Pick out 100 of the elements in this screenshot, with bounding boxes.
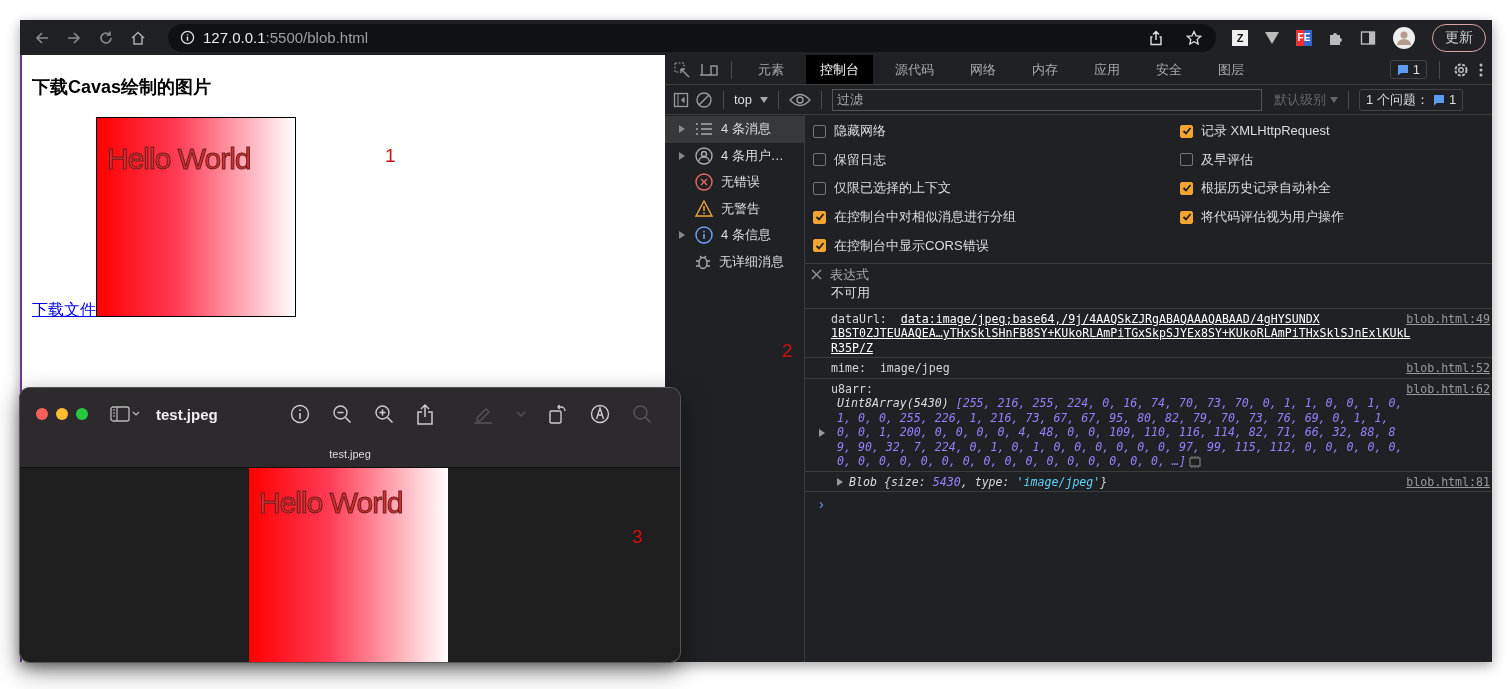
- home-icon[interactable]: [130, 29, 146, 46]
- checkbox[interactable]: [1180, 182, 1193, 195]
- checkbox[interactable]: [813, 124, 826, 138]
- expand-icon[interactable]: [819, 428, 825, 437]
- checkbox[interactable]: [813, 153, 826, 167]
- devtools-tab[interactable]: 应用: [1080, 55, 1134, 84]
- window-title: test.jpeg: [156, 405, 218, 423]
- source-link[interactable]: blob.html:62: [1406, 381, 1490, 397]
- annotation-number: 2: [782, 340, 793, 362]
- annotation-number: 3: [632, 526, 643, 548]
- devtools-tab[interactable]: 控制台: [806, 55, 873, 84]
- setting-checkbox[interactable]: 在控制台中显示CORS错误: [813, 231, 1172, 260]
- message-icon: [1432, 93, 1445, 106]
- zoom-button[interactable]: [76, 408, 88, 420]
- expand-icon[interactable]: [679, 231, 685, 240]
- checkbox[interactable]: [1180, 153, 1193, 167]
- forward-icon[interactable]: [66, 29, 82, 46]
- data-url-link[interactable]: R35P/Z: [831, 340, 873, 356]
- share-icon[interactable]: [1148, 29, 1164, 46]
- expand-icon[interactable]: [679, 125, 685, 134]
- back-icon[interactable]: [34, 29, 50, 46]
- address-bar[interactable]: 127.0.0.1:5500/blob.html: [168, 23, 1216, 52]
- caret-icon: [516, 411, 526, 417]
- reload-icon[interactable]: [98, 29, 114, 46]
- info-icon: [695, 226, 713, 245]
- rotate-icon[interactable]: [548, 403, 568, 425]
- devtools-tab[interactable]: 源代码: [881, 55, 948, 84]
- clear-icon[interactable]: [695, 90, 713, 109]
- close-icon[interactable]: [811, 268, 822, 280]
- side-panel-icon[interactable]: [1360, 29, 1376, 46]
- devtools-tab[interactable]: 网络: [956, 55, 1010, 84]
- zoom-out-icon[interactable]: [332, 404, 352, 424]
- share-icon[interactable]: [416, 403, 434, 425]
- close-button[interactable]: [36, 408, 48, 420]
- checkbox[interactable]: [813, 182, 826, 195]
- context-dropdown[interactable]: top: [734, 92, 769, 107]
- sidebar-item[interactable]: 无错误: [665, 169, 804, 196]
- sidebar-icon[interactable]: [110, 406, 140, 422]
- extension-icon[interactable]: Z: [1232, 29, 1248, 46]
- setting-checkbox[interactable]: 及早评估: [1180, 145, 1492, 175]
- sidebar-item[interactable]: 4 条信息: [665, 222, 804, 249]
- devtools-tab[interactable]: 内存: [1018, 55, 1072, 84]
- info-icon[interactable]: [180, 30, 195, 45]
- sidebar-item[interactable]: 无详细消息: [665, 248, 804, 275]
- expression-result: 不可用: [831, 283, 871, 302]
- devtools-tab[interactable]: 图层: [1204, 55, 1258, 84]
- setting-checkbox[interactable]: 在控制台中对相似消息进行分组: [813, 202, 1172, 232]
- array-values: [255, 216, 255, 224, 0, 16, 74, 70, 73, 70, 0, 1, 1, 0, 0, 1, 0,: [955, 396, 1403, 411]
- source-link[interactable]: blob.html:49: [1406, 311, 1490, 327]
- update-button[interactable]: 更新: [1432, 23, 1486, 52]
- setting-checkbox[interactable]: 隐藏网络: [813, 117, 1172, 146]
- log-label: u8arr:: [831, 381, 873, 397]
- messages-badge[interactable]: 1: [1389, 60, 1427, 79]
- source-link[interactable]: blob.html:52: [1406, 361, 1490, 376]
- source-link[interactable]: blob.html:81: [1406, 474, 1490, 490]
- checkbox[interactable]: [1180, 210, 1193, 224]
- data-url-link[interactable]: 1BST0ZJTEUAAQEA…yTHxSklSHnFB8SY+KUkoRLAmPiTGxSkpSJYEx8SY+KUkoRLAmPiTHxSklSJnExlKUkL: [831, 326, 1411, 341]
- info-icon[interactable]: [290, 404, 310, 424]
- checkbox[interactable]: [1180, 124, 1193, 138]
- array-values: 0, 0, 1, 200, 0, 0, 0, 0, 4, 48, 0, 0, 109, 110, 116, 114, 82, 71, 66, 32, 88, 8: [837, 425, 1396, 440]
- sidebar-item[interactable]: 4 条用户…: [665, 142, 804, 169]
- zoom-in-icon[interactable]: [374, 404, 394, 424]
- expand-icon[interactable]: [837, 478, 843, 487]
- memory-icon[interactable]: [1188, 455, 1202, 468]
- checkbox[interactable]: [813, 210, 826, 224]
- eye-icon[interactable]: [789, 92, 812, 107]
- caret-icon[interactable]: [760, 96, 769, 103]
- checkbox[interactable]: [813, 239, 826, 253]
- object-name: Blob: [849, 474, 877, 490]
- array-type: Uint8Array(5430): [837, 396, 949, 411]
- setting-checkbox[interactable]: 记录 XMLHttpRequest: [1180, 117, 1492, 146]
- search-icon: [632, 404, 652, 424]
- filter-field[interactable]: 过滤: [832, 88, 1263, 111]
- star-icon[interactable]: [1186, 29, 1202, 46]
- expand-icon[interactable]: [679, 151, 685, 160]
- canvas-text: Hello World: [107, 142, 251, 176]
- setting-checkbox[interactable]: 将代码评估视为用户操作: [1180, 202, 1492, 232]
- array-values: 0, 0, 0, 0, 0, 0, 0, 0, 0, 0, 0, 0, 0, 0, 0, 0, …]: [837, 454, 1186, 469]
- sidebar-toggle-icon[interactable]: [673, 91, 689, 108]
- extension-icon[interactable]: FE: [1296, 29, 1312, 46]
- markup-icon[interactable]: [590, 404, 610, 424]
- expression-field[interactable]: 表达式: [830, 266, 1030, 282]
- data-url-link[interactable]: data:image/jpeg;base64,/9j/4AAQSkZJRgABAQAAAQABAAD/4gHYSUNDX: [900, 311, 1320, 327]
- setting-checkbox[interactable]: 仅限已选择的上下文: [813, 174, 1172, 203]
- setting-checkbox[interactable]: 根据历史记录自动补全: [1180, 174, 1492, 203]
- setting-checkbox[interactable]: 保留日志: [813, 145, 1172, 175]
- sidebar-item[interactable]: 4 条消息: [665, 116, 804, 143]
- download-link[interactable]: 下载文件: [32, 300, 96, 321]
- array-values: 9, 90, 32, 7, 224, 0, 1, 0, 1, 0, 0, 0, 0, 0, 0, 97, 99, 115, 112, 0, 0, 0, 0, 0,: [837, 439, 1403, 455]
- devtools-tab[interactable]: 元素: [744, 55, 798, 84]
- minimize-button[interactable]: [56, 408, 68, 420]
- inspect-icon[interactable]: [673, 60, 691, 79]
- devtools-tab[interactable]: 安全: [1142, 55, 1196, 84]
- triangle-icon[interactable]: [1264, 30, 1280, 45]
- sidebar-item[interactable]: 无警告: [665, 195, 804, 222]
- issues-button[interactable]: 1 个问题： 1: [1359, 88, 1464, 111]
- console-prompt[interactable]: ›: [819, 496, 824, 513]
- more-icon[interactable]: [1478, 61, 1484, 78]
- document-tab[interactable]: test.jpeg: [329, 447, 371, 460]
- avatar-icon[interactable]: [1392, 25, 1416, 50]
